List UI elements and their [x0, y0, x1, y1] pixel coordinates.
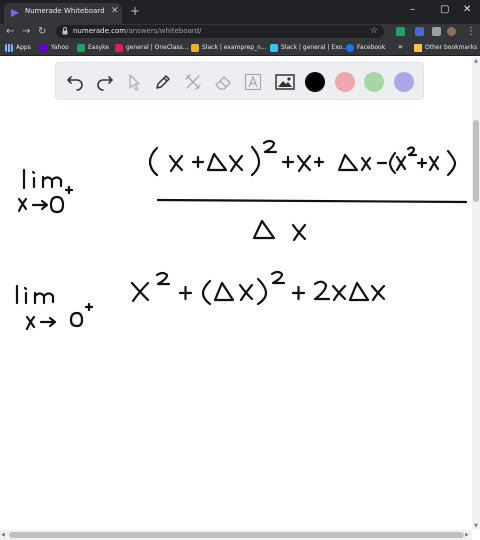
- fraction-bar: [156, 198, 468, 204]
- more-bookmarks-chevron-icon[interactable]: »: [398, 42, 403, 51]
- horizontal-scroll-thumb[interactable]: [9, 532, 464, 538]
- lock-icon: [62, 27, 68, 35]
- slack-icon: [270, 43, 278, 52]
- tools-icon[interactable]: [182, 71, 204, 93]
- back-icon[interactable]: ←: [6, 24, 14, 39]
- expansion-expression: [130, 270, 386, 306]
- select-cursor-icon[interactable]: [123, 71, 145, 93]
- facebook-icon: [346, 43, 354, 52]
- extension-icon[interactable]: [415, 27, 424, 36]
- limit-notation-2: [15, 284, 94, 331]
- browser-toolbar: ← → ↻ numerade.com/answers/whiteboard/ ☆…: [0, 24, 480, 39]
- color-swatch-green[interactable]: [364, 72, 384, 92]
- scroll-right-icon[interactable]: ▶: [465, 532, 469, 538]
- minimize-icon[interactable]: –: [410, 4, 415, 16]
- pen-icon[interactable]: [152, 71, 174, 93]
- horizontal-scrollbar[interactable]: ◀ ▶: [0, 530, 472, 540]
- apps-grid-icon: [5, 43, 13, 52]
- bookmark-easyke[interactable]: Easyke: [77, 42, 109, 53]
- denominator: [252, 219, 307, 242]
- bookmark-yahoo[interactable]: Yahoo: [40, 42, 69, 53]
- numerade-logo-icon: [11, 9, 19, 17]
- address-bar[interactable]: numerade.com/answers/whiteboard/ ☆: [56, 25, 384, 38]
- new-tab-icon[interactable]: +: [130, 4, 140, 18]
- slack-icon: [115, 43, 123, 52]
- bookmark-apps[interactable]: Apps: [5, 42, 31, 53]
- scroll-down-icon[interactable]: ▼: [474, 523, 478, 529]
- tab-numerade-whiteboard[interactable]: Numerade Whiteboard ✕: [4, 3, 122, 24]
- bookmark-other[interactable]: Other bookmarks: [414, 42, 477, 53]
- slack-icon: [191, 43, 199, 52]
- yahoo-icon: [40, 43, 48, 52]
- bookmark-facebook[interactable]: Facebook: [346, 42, 385, 53]
- scroll-left-icon[interactable]: ◀: [1, 532, 5, 538]
- easyke-icon: [77, 43, 85, 52]
- tab-title: Numerade Whiteboard: [25, 7, 105, 15]
- bookmark-slack-general[interactable]: Slack | general | Exo...: [270, 42, 348, 53]
- vertical-scroll-thumb[interactable]: [473, 120, 479, 202]
- reload-icon[interactable]: ↻: [38, 24, 46, 39]
- image-icon[interactable]: [274, 71, 296, 93]
- whiteboard-canvas[interactable]: [0, 57, 472, 530]
- color-swatch-black[interactable]: [305, 72, 325, 92]
- bookmark-star-icon[interactable]: ☆: [370, 25, 378, 38]
- vertical-scrollbar[interactable]: ▲ ▼: [472, 57, 480, 530]
- limit-notation-1: [17, 168, 74, 214]
- tab-strip: Numerade Whiteboard ✕ + – ▢ ✕: [0, 0, 480, 24]
- eraser-icon[interactable]: [212, 71, 234, 93]
- scroll-up-icon[interactable]: ▲: [474, 58, 478, 64]
- extensions-puzzle-icon[interactable]: [432, 27, 441, 36]
- whiteboard-toolbar: [55, 62, 424, 100]
- maximize-icon[interactable]: ▢: [440, 4, 449, 16]
- redo-icon[interactable]: [94, 71, 116, 93]
- close-window-icon[interactable]: ✕: [463, 4, 471, 16]
- numerator: [148, 139, 457, 177]
- folder-icon: [414, 43, 422, 52]
- undo-icon[interactable]: [64, 71, 86, 93]
- bookmarks-bar: Apps Yahoo Easyke general | OneClass... …: [0, 39, 480, 56]
- extension-icon[interactable]: [396, 27, 405, 36]
- color-swatch-purple[interactable]: [394, 72, 414, 92]
- handwritten-math: [15, 139, 468, 331]
- text-icon[interactable]: [242, 71, 264, 93]
- menu-kebab-icon[interactable]: ⋮: [466, 24, 476, 39]
- bookmark-general-oneclass[interactable]: general | OneClass...: [115, 42, 188, 53]
- forward-icon[interactable]: →: [22, 24, 30, 39]
- tab-close-icon[interactable]: ✕: [111, 6, 119, 16]
- color-swatch-pink[interactable]: [335, 72, 355, 92]
- profile-avatar-icon[interactable]: [447, 27, 456, 36]
- bookmark-slack-examprep[interactable]: Slack | examprep_n...: [191, 42, 267, 53]
- url-text: numerade.com/answers/whiteboard/: [73, 27, 202, 35]
